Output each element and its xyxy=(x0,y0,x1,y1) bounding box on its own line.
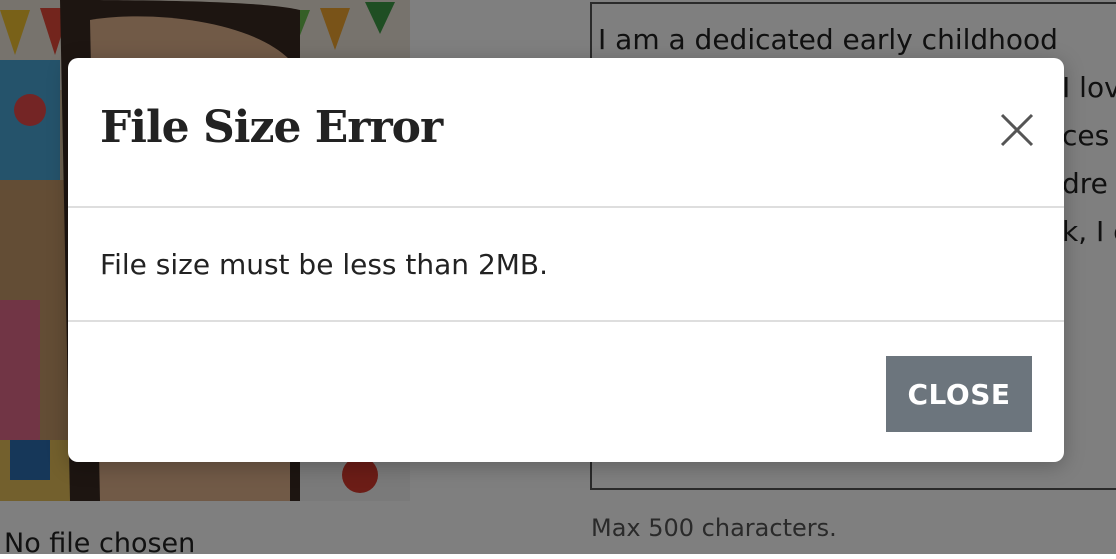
modal-header: File Size Error xyxy=(68,58,1064,208)
file-size-error-dialog: File Size Error File size must be less t… xyxy=(68,58,1064,462)
error-message: File size must be less than 2MB. xyxy=(100,248,549,281)
modal-footer: CLOSE xyxy=(68,322,1064,462)
close-button[interactable]: CLOSE xyxy=(886,356,1032,432)
close-icon[interactable] xyxy=(1000,113,1034,147)
modal-body: File size must be less than 2MB. xyxy=(68,208,1064,322)
modal-title: File Size Error xyxy=(100,102,443,153)
